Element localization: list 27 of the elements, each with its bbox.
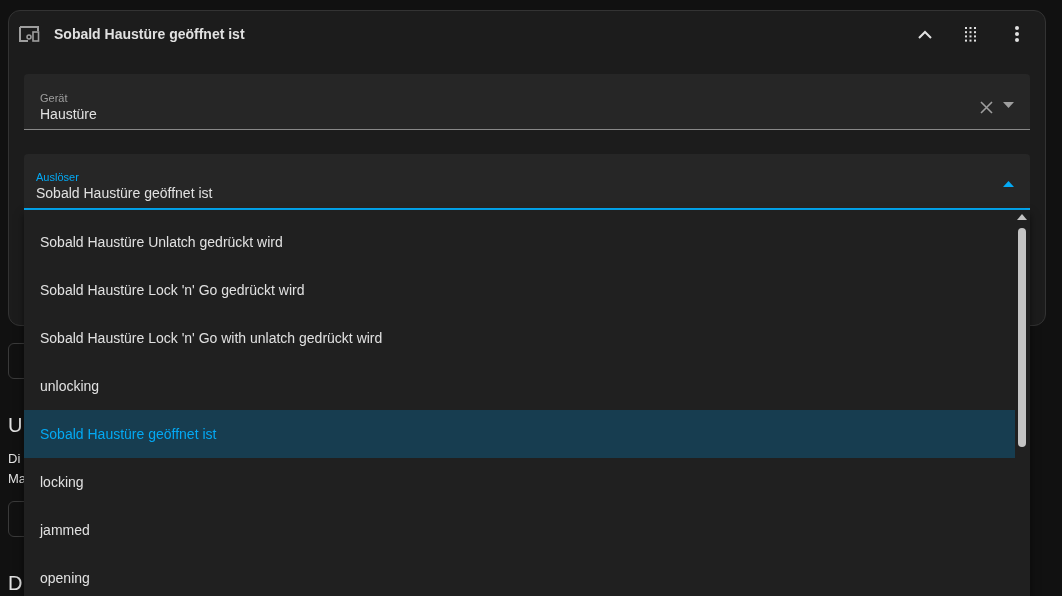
trigger-title: Sobald Haustüre geöffnet ist [54, 24, 246, 44]
field-label: Auslöser [36, 171, 80, 183]
caret-down-icon[interactable] [1003, 101, 1014, 108]
chevron-up-icon [918, 29, 932, 39]
caret-up-icon[interactable] [1003, 181, 1014, 187]
field-value: Sobald Haustüre geöffnet ist [36, 184, 214, 203]
description-text: Di [8, 450, 22, 468]
menu-item[interactable]: Sobald Haustüre Lock 'n' Go with unlatch gedrückt wird [24, 314, 1015, 362]
menu-item[interactable]: locking [24, 458, 1015, 506]
menu-item[interactable]: Sobald Haustüre geöffnet ist [24, 410, 1015, 458]
menu-item[interactable]: jammed [24, 506, 1015, 554]
select-field[interactable]: Auslöser Sobald Haustüre geöffnet ist [24, 154, 1030, 210]
section-heading: U [8, 413, 24, 437]
menu-item[interactable]: opening [24, 554, 1015, 596]
field-value: Haustüre [40, 104, 98, 124]
section-heading: D [8, 571, 24, 595]
devices-icon [19, 26, 40, 42]
clear-icon[interactable] [980, 101, 993, 114]
more-vertical-icon [1014, 26, 1020, 42]
menu-item[interactable]: Sobald Haustüre Lock 'n' Go gedrückt wird [24, 266, 1015, 314]
scrollbar-thumb[interactable] [1018, 228, 1026, 447]
select-field[interactable]: Gerät Haustüre [24, 74, 1030, 130]
scroll-up-arrow-icon[interactable] [1017, 214, 1027, 220]
menu-item[interactable]: unlocking [24, 362, 1015, 410]
menu-item[interactable]: Sobald Haustüre Unlatch gedrückt wird [24, 218, 1015, 266]
dot-grid-icon [965, 26, 977, 42]
field-label: Gerät [40, 91, 69, 104]
